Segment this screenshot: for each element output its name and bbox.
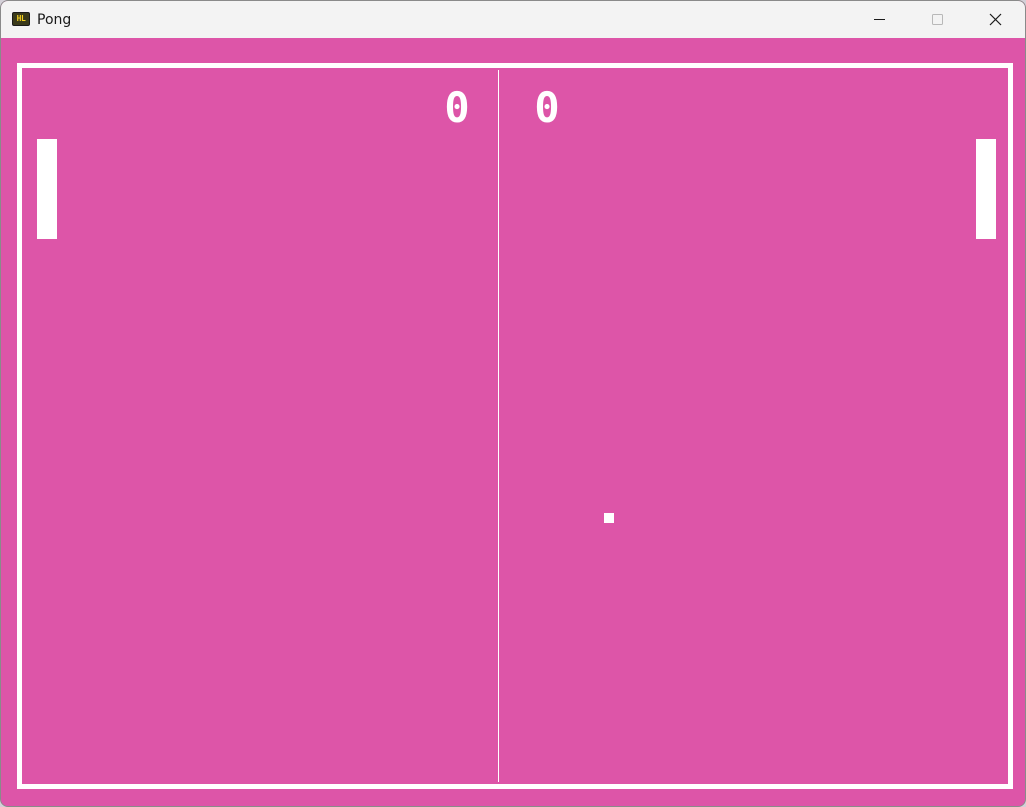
pong-window: HL Pong 0 0: [0, 0, 1026, 807]
maximize-icon: [932, 14, 943, 25]
close-icon: [989, 13, 1002, 26]
court-border: [17, 63, 1013, 789]
minimize-button[interactable]: [851, 1, 909, 38]
title-bar[interactable]: HL Pong: [1, 1, 1025, 38]
ball: [604, 513, 614, 523]
app-icon: HL: [12, 12, 30, 26]
score-right: 0: [534, 83, 560, 132]
window-title: Pong: [37, 12, 72, 28]
left-paddle: [37, 139, 57, 239]
close-button[interactable]: [967, 1, 1025, 38]
minimize-icon: [874, 19, 885, 20]
maximize-button[interactable]: [909, 1, 967, 38]
game-canvas[interactable]: 0 0: [1, 38, 1025, 806]
center-net-line: [498, 70, 499, 782]
right-paddle: [976, 139, 996, 239]
score-left: 0: [444, 83, 470, 132]
